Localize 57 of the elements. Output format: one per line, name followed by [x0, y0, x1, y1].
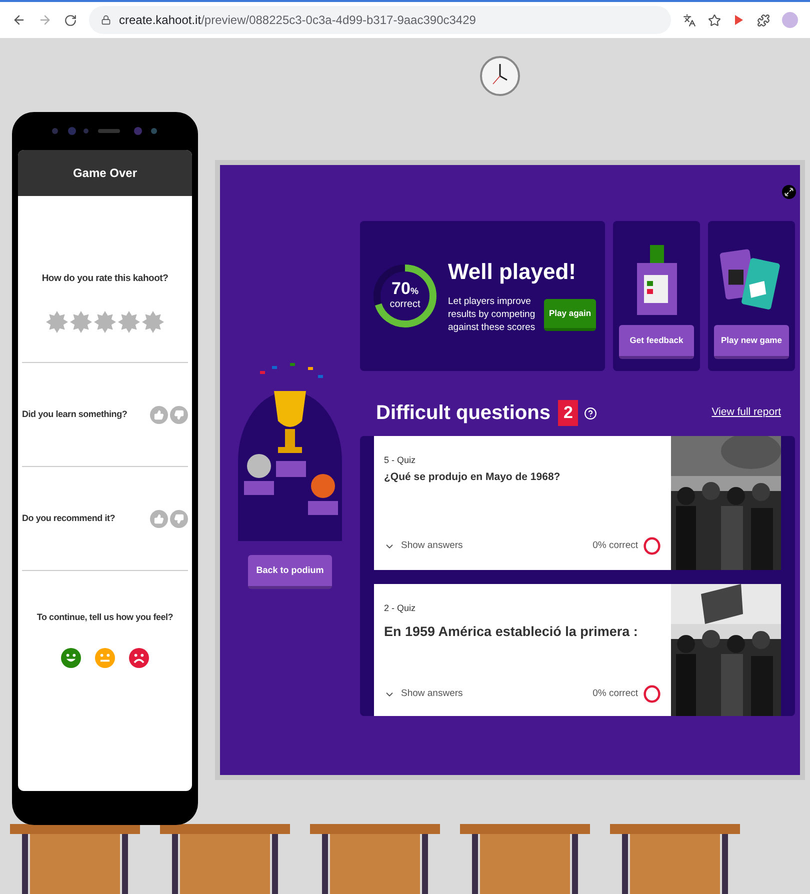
score-ring-icon [643, 536, 661, 556]
feedback-question: Do you recommend it? [22, 512, 116, 525]
rating-star-icon[interactable] [142, 310, 164, 334]
url-text: create.kahoot.it/preview/088225c3-0c3a-4d99-b317-9aac390c3429 [119, 12, 476, 29]
extension-icon[interactable] [733, 14, 745, 26]
score-text: 0% correct [592, 686, 638, 701]
profile-avatar[interactable] [782, 12, 798, 28]
sad-face-icon[interactable] [129, 646, 149, 669]
reload-icon[interactable] [64, 14, 77, 26]
game-over-title: Game Over [72, 165, 138, 182]
show-answers-toggle[interactable]: Show answers [384, 538, 463, 554]
difficult-questions-title: Difficult questions [376, 401, 550, 426]
thumbs-down-icon [174, 410, 184, 420]
thumbs-up-icon [154, 410, 164, 420]
play-again-button[interactable]: Play again [544, 298, 596, 331]
well-played-title: Well played! [448, 258, 577, 286]
rating-star-icon[interactable] [46, 310, 68, 334]
forward-icon[interactable] [38, 13, 52, 27]
phone-camera-icon [50, 126, 160, 136]
bookmark-star-icon[interactable] [708, 14, 721, 26]
feelings-prompt: To continue, tell us how you feel? [36, 611, 174, 624]
score-ring-icon [643, 684, 661, 704]
question-text: En 1959 América estableció la primera : [384, 622, 639, 641]
happy-face-icon[interactable] [61, 646, 81, 669]
question-number: 5 - Quiz [384, 454, 417, 467]
count-badge: 2 [558, 400, 578, 426]
translate-icon[interactable] [683, 14, 696, 26]
thumbs-down-button[interactable] [170, 510, 188, 528]
score-text: 0% correct [592, 538, 638, 553]
correct-label: correct [390, 298, 420, 312]
summary-text: Let players improve results by competing against these scores [448, 295, 536, 334]
percent-value: 70% [392, 280, 418, 297]
neutral-face-icon[interactable] [95, 646, 115, 669]
thumbs-up-icon [154, 514, 164, 524]
back-to-podium-button[interactable]: Back to podium [248, 555, 332, 589]
rating-star-icon[interactable] [94, 310, 116, 334]
view-full-report-link[interactable]: View full report [712, 405, 781, 421]
thumbs-down-icon [174, 514, 184, 524]
action-button[interactable]: Get feedback [619, 325, 694, 359]
feedback-question: Did you learn something? [22, 408, 128, 421]
thumbs-down-button[interactable] [170, 406, 188, 424]
thumbs-up-button[interactable] [150, 510, 168, 528]
action-button[interactable]: Play new game [714, 325, 789, 359]
thumbs-up-button[interactable] [150, 406, 168, 424]
lock-icon [101, 15, 111, 25]
back-icon[interactable] [12, 13, 26, 27]
extensions-icon[interactable] [757, 14, 770, 26]
rating-question: How do you rate this kahoot? [42, 272, 168, 286]
question-number: 2 - Quiz [384, 602, 417, 615]
rating-star-icon[interactable] [118, 310, 140, 334]
help-icon[interactable] [584, 406, 597, 420]
fullscreen-icon[interactable] [782, 185, 796, 199]
address-bar[interactable]: create.kahoot.it/preview/088225c3-0c3a-4d99-b317-9aac390c3429 [89, 6, 671, 34]
rating-star-icon[interactable] [70, 310, 92, 334]
show-answers-toggle[interactable]: Show answers [384, 686, 463, 702]
question-text: ¿Qué se produjo en Mayo de 1968? [384, 470, 562, 484]
clock-icon [480, 56, 520, 96]
